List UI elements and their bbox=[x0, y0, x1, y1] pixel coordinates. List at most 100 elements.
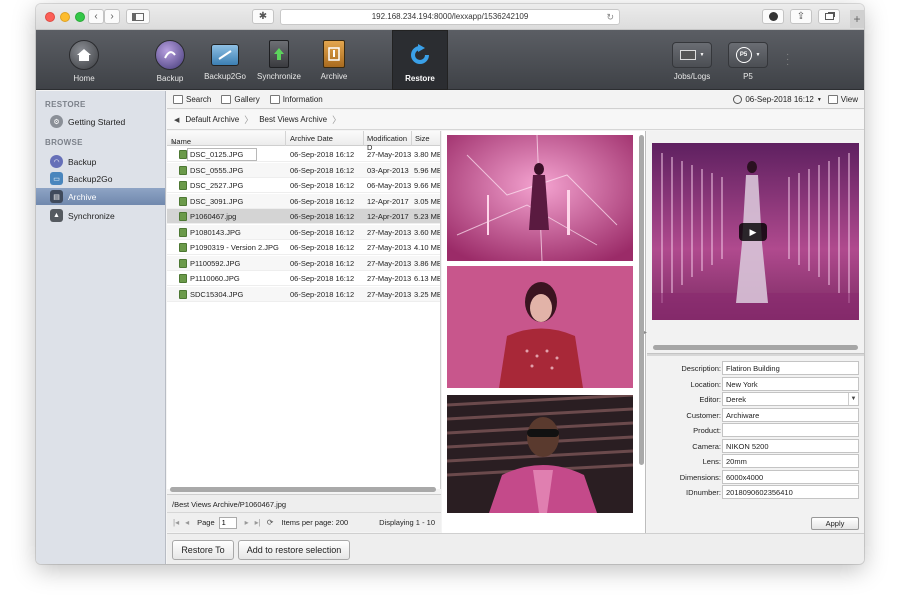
share-icon: ⇪ bbox=[796, 11, 806, 22]
toolbar-restore[interactable]: Restore bbox=[392, 30, 448, 90]
url-bar[interactable]: 192.168.234.194:8000/lexxapp/1536242109 … bbox=[280, 9, 620, 25]
app-toolbar: Home Backup Backup2Go Synchronize Archiv… bbox=[36, 30, 864, 90]
prev-page-icon[interactable]: ◂ bbox=[185, 518, 189, 527]
field-input[interactable]: NIKON 5200 bbox=[722, 438, 859, 453]
panel-splitter[interactable] bbox=[647, 353, 864, 356]
field-input[interactable]: Flatiron Building bbox=[722, 361, 859, 375]
file-size: 3.86 MB bbox=[414, 258, 441, 268]
accessibility-button[interactable]: ✱ bbox=[252, 9, 274, 24]
column-divider[interactable] bbox=[363, 131, 364, 146]
apply-button[interactable]: Apply bbox=[811, 517, 859, 530]
table-row[interactable]: DSC_0555.JPG 06-Sep-2018 16:12 03-Apr-2013… bbox=[167, 162, 440, 178]
gallery-thumbnail[interactable] bbox=[447, 135, 633, 261]
table-row[interactable]: DSC_0125.JPG 06-Sep-2018 16:12 27-May-2013… bbox=[167, 147, 440, 162]
sidebar-item-backup[interactable]: ◠ Backup bbox=[36, 153, 165, 170]
image-file-icon bbox=[179, 196, 187, 206]
table-row[interactable]: P1080143.JPG 06-Sep-2018 16:12 27-May-2013… bbox=[167, 224, 440, 240]
back-button[interactable]: ‹ bbox=[88, 9, 104, 24]
search-button[interactable]: Search bbox=[173, 95, 211, 104]
column-header-size[interactable]: Size bbox=[415, 134, 430, 143]
zoom-window-button[interactable] bbox=[75, 12, 85, 22]
image-file-icon bbox=[179, 227, 187, 237]
column-divider[interactable] bbox=[285, 131, 286, 146]
toolbar-archive[interactable]: Archive bbox=[316, 30, 352, 90]
add-to-restore-selection-button[interactable]: Add to restore selection bbox=[238, 540, 350, 560]
field-value: Flatiron Building bbox=[726, 364, 780, 373]
first-page-icon[interactable]: |◂ bbox=[173, 518, 179, 527]
view-button[interactable]: View bbox=[841, 95, 858, 104]
resize-handle-icon[interactable]: ▸ bbox=[644, 329, 647, 336]
tabs-button[interactable] bbox=[818, 9, 840, 24]
table-row[interactable]: P1100592.JPG 06-Sep-2018 16:12 27-May-2013… bbox=[167, 255, 441, 271]
sidebar-item-getting-started[interactable]: ⚙ Getting Started bbox=[36, 113, 165, 130]
play-icon[interactable]: ▶ bbox=[739, 223, 767, 241]
field-input[interactable]: 6000x4000 bbox=[722, 469, 859, 484]
field-value: 6000x4000 bbox=[726, 472, 764, 482]
gallery-button[interactable]: Gallery bbox=[221, 95, 260, 104]
table-row[interactable]: DSC_3091.JPG 06-Sep-2018 16:12 12-Apr-2017… bbox=[167, 193, 440, 209]
video-preview[interactable]: ▶ bbox=[652, 143, 859, 320]
next-page-icon[interactable]: ▸ bbox=[245, 518, 249, 527]
file-name: P1100592.JPG bbox=[190, 258, 241, 268]
column-header-archive-date[interactable]: Archive Date bbox=[290, 134, 333, 143]
view-toolbar: Search Gallery Information 06-Sep-2018 1… bbox=[167, 91, 864, 109]
information-button[interactable]: Information bbox=[269, 95, 323, 104]
sidebar-toggle-button[interactable] bbox=[126, 9, 150, 24]
field-input[interactable]: New York bbox=[722, 376, 859, 391]
back-triangle-icon[interactable]: ◀ bbox=[174, 116, 179, 124]
minimize-window-button[interactable] bbox=[60, 12, 70, 22]
field-input[interactable]: 20mm bbox=[722, 454, 859, 468]
breadcrumb-item-best-views-archive[interactable]: Best Views Archive 〉 bbox=[259, 113, 341, 126]
table-row[interactable]: P1090319 - Version 2.JPG 06-Sep-2018 16:1… bbox=[167, 240, 440, 255]
breadcrumb-label: Default Archive bbox=[185, 115, 240, 124]
gallery-label: Gallery bbox=[234, 95, 260, 104]
p5-button[interactable]: P5 ▼ bbox=[728, 42, 768, 68]
toolbar-home[interactable]: Home bbox=[64, 30, 104, 90]
gallery-thumbnail[interactable] bbox=[447, 266, 633, 388]
sidebar-item-backup2go[interactable]: ▭ Backup2Go bbox=[36, 170, 165, 187]
metadata-field: Dimensions: 6000x4000 bbox=[647, 469, 864, 484]
synchronize-icon bbox=[269, 40, 289, 68]
file-name: DSC_2527.JPG bbox=[190, 181, 244, 190]
toolbar-backup2go[interactable]: Backup2Go bbox=[200, 30, 250, 90]
last-page-icon[interactable]: ▸| bbox=[255, 518, 261, 527]
sidebar-item-archive[interactable]: ▤ Archive bbox=[36, 188, 165, 205]
table-row[interactable]: P1060467.jpg 06-Sep-2018 16:12 12-Apr-2017… bbox=[167, 209, 440, 224]
preview-hscrollbar[interactable] bbox=[653, 345, 858, 350]
reload-icon[interactable]: ↻ bbox=[606, 10, 614, 24]
downloads-button[interactable] bbox=[762, 9, 784, 24]
field-select[interactable]: Derek ▼ bbox=[722, 392, 859, 406]
refresh-icon[interactable]: ⟳ bbox=[267, 518, 274, 527]
table-row[interactable]: SDC15304.JPG 06-Sep-2018 16:12 27-May-2013… bbox=[167, 286, 440, 302]
metadata-field: Product: bbox=[647, 423, 864, 437]
file-list-hscrollbar[interactable] bbox=[170, 487, 436, 492]
share-button[interactable]: ⇪ bbox=[790, 9, 812, 24]
sidebar-item-label: Backup bbox=[68, 156, 97, 167]
sidebar-item-synchronize[interactable]: ▲ Synchronize bbox=[36, 207, 165, 224]
new-tab-button[interactable]: + bbox=[850, 10, 864, 28]
close-window-button[interactable] bbox=[45, 12, 55, 22]
field-input[interactable] bbox=[722, 423, 859, 437]
toolbar-backup2go-label: Backup2Go bbox=[204, 72, 246, 81]
field-input[interactable]: Archiware bbox=[722, 407, 859, 422]
modification-date: 27-May-2013 bbox=[367, 243, 412, 252]
toolbar-synchronize[interactable]: Synchronize bbox=[256, 30, 302, 90]
toolbar-backup[interactable]: Backup bbox=[150, 30, 190, 90]
gallery-thumbnail[interactable] bbox=[447, 395, 633, 513]
more-icon[interactable]: · · · bbox=[786, 50, 789, 70]
chevron-left-icon: ‹ bbox=[94, 11, 98, 22]
restore-to-button[interactable]: Restore To bbox=[172, 540, 234, 560]
chevron-down-icon[interactable]: ▼ bbox=[848, 393, 858, 405]
table-row[interactable]: DSC_2527.JPG 06-Sep-2018 16:12 06-May-2013… bbox=[167, 178, 440, 193]
snapshot-date-select[interactable]: 06-Sep-2018 16:12 bbox=[745, 95, 814, 104]
table-row[interactable]: P1110060.JPG 06-Sep-2018 16:12 27-May-2013… bbox=[167, 271, 440, 286]
gallery-vscrollbar[interactable] bbox=[639, 135, 644, 465]
modification-date: 27-May-2013 bbox=[367, 289, 412, 299]
field-input[interactable]: 2018090602356410 bbox=[722, 485, 859, 499]
forward-button[interactable]: › bbox=[104, 9, 120, 24]
page-input[interactable] bbox=[218, 516, 237, 529]
file-list-header: Name ▴ Archive Date Modification D Size bbox=[167, 131, 440, 152]
breadcrumb-item-default-archive[interactable]: Default Archive 〉 bbox=[185, 113, 253, 126]
column-divider[interactable] bbox=[411, 131, 412, 146]
jobs-logs-button[interactable]: ▼ bbox=[672, 42, 712, 68]
